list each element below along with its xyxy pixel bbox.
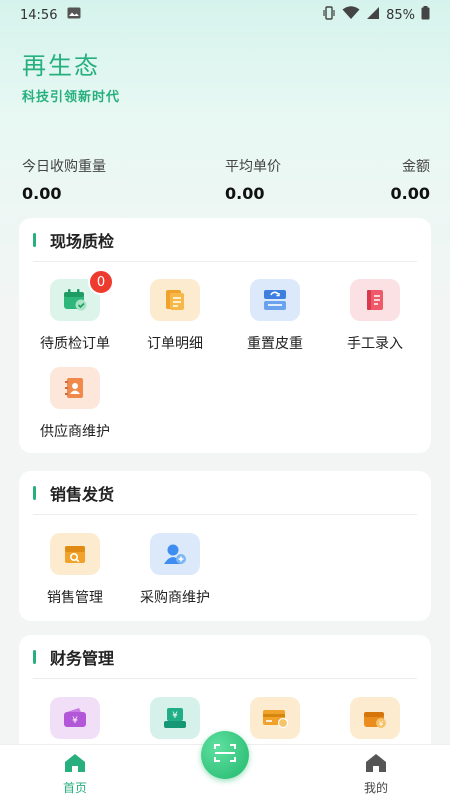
stat-label: 金额 [402,159,430,175]
home-icon [365,754,387,777]
purse-yuan-icon: ¥ [350,697,400,739]
card-header: 财务管理 [33,635,417,679]
battery-percent: 85% [386,7,415,23]
wifi-icon [342,6,360,24]
svg-text:¥: ¥ [379,720,384,728]
pending-inspection-orders-button[interactable]: 0 待质检订单 [25,269,125,353]
sales-card: 销售发货 销售管理 采购商维护 [19,471,431,621]
menu-item-label: 待质检订单 [40,336,110,352]
nav-home-label: 首页 [62,781,87,795]
calendar-check-icon: 0 [50,269,114,321]
status-bar: 14:56 85% [0,0,450,30]
reset-tare-icon [250,279,300,321]
pending-count-badge: 0 [88,269,114,295]
nav-home[interactable]: 首页 [45,753,105,796]
menu-item-label: 销售管理 [47,590,103,606]
card-header: 现场质检 [33,218,417,262]
scan-button[interactable] [201,731,249,779]
nav-mine[interactable]: 我的 [346,753,406,796]
supplier-maintenance-button[interactable]: 供应商维护 [25,367,125,441]
vibrate-icon [322,6,336,24]
section-title: 财务管理 [50,648,115,668]
stat-value: 0.00 [225,184,265,203]
manual-entry-button[interactable]: 手工录入 [325,279,425,353]
reset-tare-button[interactable]: 重置皮重 [225,279,325,353]
user-add-icon [150,533,200,575]
notebook-icon [350,279,400,321]
signal-icon [366,6,380,24]
stats-summary: 今日收购重量 0.00 平均单价 0.00 金额 0.00 [22,156,430,206]
stat-amount: 金额 0.00 [391,156,430,203]
stat-label: 平均单价 [225,159,281,175]
menu-item-label: 订单明细 [147,336,203,352]
menu-item-label: 供应商维护 [40,424,110,440]
order-details-button[interactable]: 订单明细 [125,279,225,353]
menu-item-label: 手工录入 [347,336,403,352]
finance-item-1-button[interactable]: ¥ [25,697,125,751]
nav-mine-label: 我的 [363,781,388,795]
status-time: 14:56 [20,7,58,23]
menu-item-label: 采购商维护 [140,590,210,606]
finance-item-4-button[interactable]: ¥ [325,697,425,751]
cash-register-icon: ¥ [150,697,200,739]
box-search-icon [50,533,100,575]
wallet-yuan-icon: ¥ [50,697,100,739]
home-icon [64,754,86,777]
app-title: 再生态 [22,52,100,80]
svg-text:¥: ¥ [72,716,78,726]
inspection-card: 现场质检 0 待质检订单 订单明细 重置皮重 手工录入 供应商维护 [19,218,431,453]
section-marker [33,232,36,247]
contact-book-icon [50,367,100,409]
scan-icon [213,742,237,768]
card-gear-icon [250,697,300,739]
document-list-icon [150,279,200,321]
stat-avg-price: 平均单价 0.00 [225,156,281,203]
section-title: 现场质检 [50,231,115,251]
svg-text:¥: ¥ [172,711,178,721]
section-marker [33,485,36,500]
stat-weight: 今日收购重量 0.00 [22,156,106,203]
stat-value: 0.00 [22,184,62,203]
stat-value: 0.00 [390,184,430,203]
section-title: 销售发货 [50,484,115,504]
menu-item-label: 重置皮重 [247,336,303,352]
purchaser-maintenance-button[interactable]: 采购商维护 [125,533,225,607]
gallery-notification-icon [67,7,81,23]
card-header: 销售发货 [33,471,417,515]
section-marker [33,649,36,664]
sales-management-button[interactable]: 销售管理 [25,533,125,607]
app-slogan: 科技引领新时代 [22,90,121,105]
battery-icon [421,6,430,24]
stat-label: 今日收购重量 [22,159,106,175]
